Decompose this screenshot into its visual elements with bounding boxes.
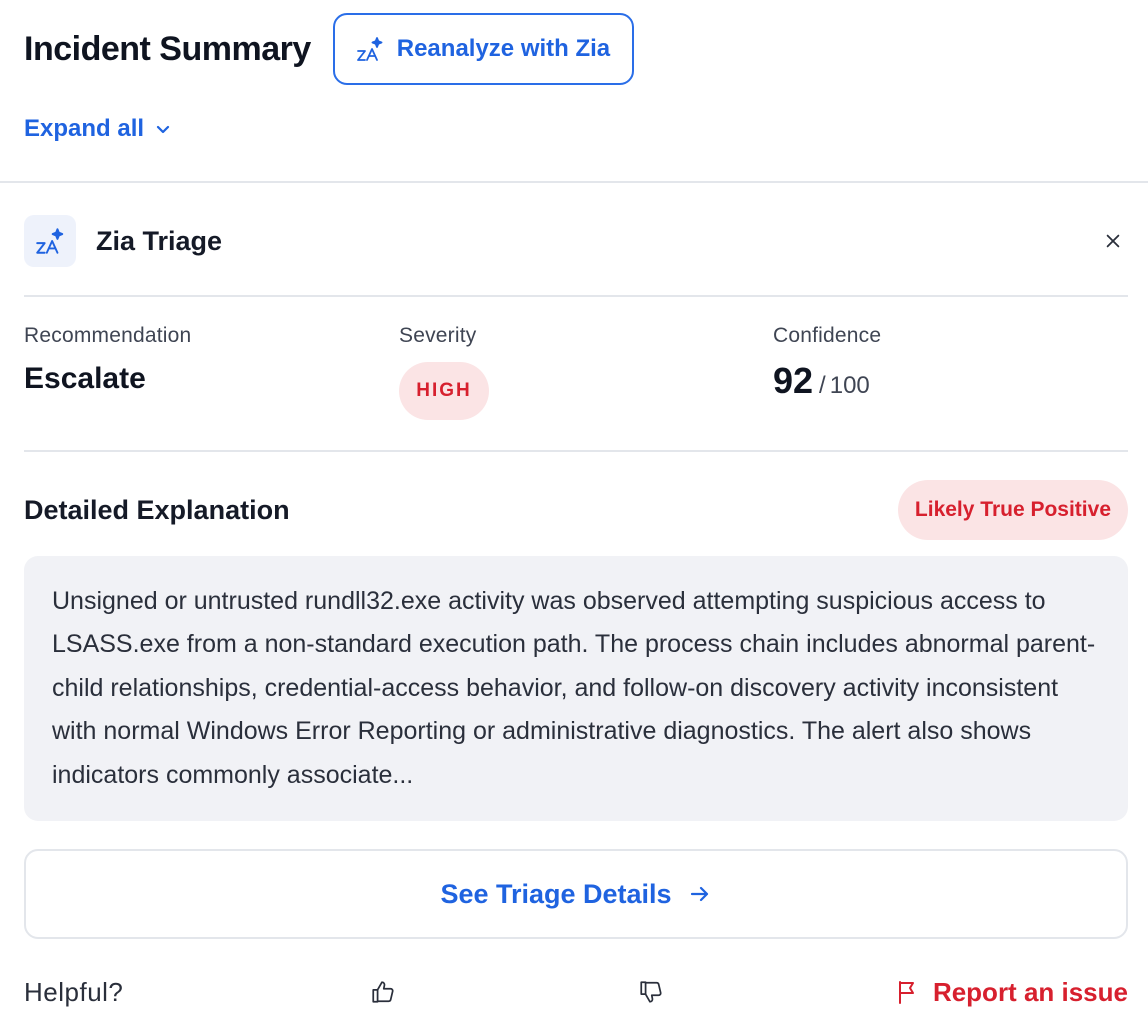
helpful-label: Helpful? bbox=[24, 976, 124, 1007]
expand-all-label: Expand all bbox=[24, 115, 145, 142]
see-triage-details-button[interactable]: See Triage Details bbox=[24, 849, 1128, 939]
confidence-score: 92 / 100 bbox=[773, 360, 881, 402]
feedback-bar: Helpful? Report an issue bbox=[24, 970, 1128, 1014]
incident-summary-panel: Incident Summary Reanalyze with Zia Expa… bbox=[0, 0, 1148, 1032]
flag-icon bbox=[895, 979, 921, 1005]
confidence-label: Confidence bbox=[773, 324, 882, 347]
zia-sparkle-icon bbox=[24, 215, 76, 267]
expand-all-toggle[interactable]: Expand all bbox=[24, 112, 172, 146]
explanation-text: Unsigned or untrusted rundll32.exe activ… bbox=[52, 587, 1096, 789]
thumbs-up-button[interactable] bbox=[369, 978, 397, 1006]
confidence-metric: Confidence 92 / 100 bbox=[773, 324, 881, 402]
arrow-right-icon bbox=[688, 882, 712, 906]
see-triage-details-label: See Triage Details bbox=[440, 878, 672, 909]
explanation-box: Unsigned or untrusted rundll32.exe activ… bbox=[24, 556, 1128, 821]
severity-label: Severity bbox=[399, 324, 477, 347]
triage-title: Zia Triage bbox=[96, 225, 223, 256]
recommendation-metric: Recommendation Escalate bbox=[24, 324, 191, 396]
severity-badge: HIGH bbox=[399, 362, 489, 420]
recommendation-value: Escalate bbox=[24, 362, 146, 395]
confidence-total: 100 bbox=[829, 372, 870, 399]
explanation-header: Detailed Explanation Likely True Positiv… bbox=[24, 480, 1128, 540]
close-icon bbox=[1106, 234, 1120, 248]
section-divider bbox=[0, 181, 1148, 183]
confidence-separator: / bbox=[819, 372, 826, 399]
header: Incident Summary Reanalyze with Zia bbox=[24, 13, 1128, 85]
explanation-title: Detailed Explanation bbox=[24, 494, 290, 525]
reanalyze-label: Reanalyze with Zia bbox=[396, 35, 611, 62]
report-issue-label: Report an issue bbox=[932, 976, 1128, 1007]
reanalyze-button[interactable]: Reanalyze with Zia bbox=[332, 13, 635, 85]
recommendation-label: Recommendation bbox=[24, 324, 192, 347]
close-button[interactable] bbox=[1098, 226, 1128, 256]
thumbs-up-icon bbox=[372, 981, 394, 1003]
severity-metric: Severity HIGH bbox=[399, 324, 489, 420]
report-issue-link[interactable]: Report an issue bbox=[895, 977, 1128, 1008]
divider bbox=[24, 450, 1128, 452]
thumbs-down-icon bbox=[640, 981, 662, 1003]
zia-sparkle-icon bbox=[355, 34, 385, 64]
confidence-value: 92 bbox=[773, 360, 814, 401]
divider bbox=[24, 295, 1128, 297]
page-title: Incident Summary bbox=[24, 29, 311, 68]
thumbs-down-button[interactable] bbox=[637, 978, 665, 1006]
chevron-down-icon bbox=[154, 120, 172, 138]
verdict-badge: Likely True Positive bbox=[897, 480, 1128, 540]
triage-header: Zia Triage bbox=[24, 214, 1128, 268]
